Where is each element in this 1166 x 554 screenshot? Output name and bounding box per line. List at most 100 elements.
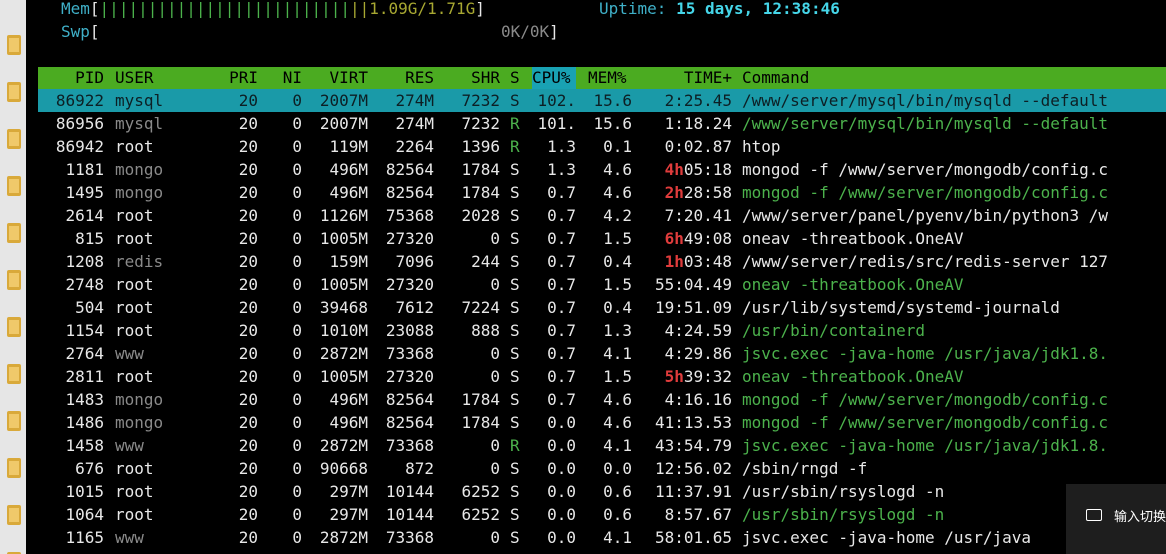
pri-cell: 20 bbox=[238, 459, 258, 478]
time-cell: 6h49:08 bbox=[664, 229, 732, 248]
ni-cell: 0 bbox=[292, 229, 302, 248]
pid-cell: 1486 bbox=[65, 413, 104, 432]
res-cell: 7612 bbox=[395, 298, 434, 317]
cpu-cell: 0.0 bbox=[547, 528, 576, 547]
command-cell: /usr/sbin/rsyslogd -n bbox=[742, 482, 945, 501]
process-row[interactable]: 1165 www 20 0 2872M 73368 0 S 0.0 4.1 58:01.65 jsvc… bbox=[38, 526, 1166, 549]
folder-icon[interactable] bbox=[7, 35, 21, 55]
col-state[interactable]: S bbox=[510, 67, 520, 89]
process-row[interactable]: 86956 mysql 20 0 2007M 274M 7232 R 101. 15.6 1:18.… bbox=[38, 112, 1166, 135]
folder-icon[interactable] bbox=[7, 129, 21, 149]
folder-icon[interactable] bbox=[7, 82, 21, 102]
ni-cell: 0 bbox=[292, 390, 302, 409]
cpu-cell: 0.7 bbox=[547, 183, 576, 202]
res-cell: 23088 bbox=[385, 321, 434, 340]
swp-meter: Swp[ bbox=[61, 22, 100, 41]
shr-cell: 0 bbox=[490, 344, 500, 363]
ni-cell: 0 bbox=[292, 298, 302, 317]
shr-cell: 1784 bbox=[461, 390, 500, 409]
col-time[interactable]: TIME+ bbox=[648, 67, 732, 89]
process-row[interactable]: 1208 redis 20 0 159M 7096 244 S 0.7 0.4 1h03:48/ww… bbox=[38, 250, 1166, 273]
process-row[interactable]: 1064 root 20 0 297M 10144 6252 S 0.0 0.6 8:57.67/u… bbox=[38, 503, 1166, 526]
col-virt[interactable]: VIRT bbox=[308, 67, 368, 89]
col-shr[interactable]: SHR bbox=[442, 67, 500, 89]
process-row[interactable]: 2764 www 20 0 2872M 73368 0 S 0.7 4.1 4:29.86 jsvc.… bbox=[38, 342, 1166, 365]
process-row[interactable]: 1495 mongo 20 0 496M 82564 1784 S 0.7 4.6 2h28:58 m… bbox=[38, 181, 1166, 204]
cpu-cell: 0.7 bbox=[547, 390, 576, 409]
process-row[interactable]: 86922 mysql 20 0 2007M 274M 7232 S 102. 15.6 2:25.… bbox=[38, 89, 1166, 112]
process-row[interactable]: 815 root 20 0 1005M 27320 0 S 0.7 1.5 6h49:08 oneav… bbox=[38, 227, 1166, 250]
user-cell: mysql bbox=[115, 114, 164, 133]
shr-cell: 7232 bbox=[461, 114, 500, 133]
state-cell: S bbox=[510, 160, 520, 179]
process-row[interactable]: 2614 root 20 0 1126M 75368 2028 S 0.7 4.2 7:20.41 /… bbox=[38, 204, 1166, 227]
cpu-cell: 0.7 bbox=[547, 344, 576, 363]
col-command[interactable]: Command bbox=[742, 67, 809, 89]
command-cell: /usr/sbin/rsyslogd -n bbox=[742, 505, 945, 524]
folder-icon[interactable] bbox=[7, 176, 21, 196]
col-mem[interactable]: MEM% bbox=[588, 67, 627, 89]
pid-cell: 1483 bbox=[65, 390, 104, 409]
mem-cell: 0.4 bbox=[603, 298, 632, 317]
process-row[interactable]: 2811 root 20 0 1005M 27320 0 S 0.7 1.5 5h39:32 onea… bbox=[38, 365, 1166, 388]
cpu-cell: 0.0 bbox=[547, 459, 576, 478]
process-row[interactable]: 1154 root 20 0 1010M 23088 888 S 0.7 1.3 4:24.59/u… bbox=[38, 319, 1166, 342]
mem-cell: 0.4 bbox=[603, 252, 632, 271]
col-res[interactable]: RES bbox=[376, 67, 434, 89]
folder-icon[interactable] bbox=[7, 411, 21, 431]
command-cell: oneav -threatbook.OneAV bbox=[742, 229, 964, 248]
mem-cell: 1.3 bbox=[603, 321, 632, 340]
time-cell: 1:18.24 bbox=[664, 114, 732, 133]
folder-icon[interactable] bbox=[7, 223, 21, 243]
user-cell: root bbox=[115, 321, 154, 340]
process-row[interactable]: 2748 root 20 0 1005M 27320 0 S 0.7 1.5 55:04.49 one… bbox=[38, 273, 1166, 296]
command-cell: htop bbox=[742, 137, 781, 156]
col-pri[interactable]: PRI bbox=[218, 67, 258, 89]
cpu-cell: 0.0 bbox=[547, 505, 576, 524]
folder-icon[interactable] bbox=[7, 270, 21, 290]
process-row[interactable]: 1458 www 20 0 2872M 73368 0 R 0.0 4.1 43:54.79 jsvc… bbox=[38, 434, 1166, 457]
folder-icon[interactable] bbox=[7, 317, 21, 337]
state-cell: S bbox=[510, 183, 520, 202]
time-cell: 0:02.87 bbox=[664, 137, 732, 156]
process-row[interactable]: 1486 mongo 20 0 496M 82564 1784 S 0.0 4.6 41:13.53… bbox=[38, 411, 1166, 434]
folder-icon[interactable] bbox=[7, 505, 21, 525]
mem-cell: 1.5 bbox=[603, 229, 632, 248]
shr-cell: 0 bbox=[490, 436, 500, 455]
process-row[interactable]: 676 root 20 0 90668 872 0 S 0.0 0.0 12:56.02/sbin/… bbox=[38, 457, 1166, 480]
pid-cell: 676 bbox=[75, 459, 104, 478]
time-cell: 4:16.16 bbox=[664, 390, 732, 409]
folder-icon[interactable] bbox=[7, 458, 21, 478]
res-cell: 82564 bbox=[385, 390, 434, 409]
ni-cell: 0 bbox=[292, 459, 302, 478]
col-cpu[interactable]: CPU% bbox=[532, 67, 576, 89]
res-cell: 82564 bbox=[385, 160, 434, 179]
col-user[interactable]: USER bbox=[115, 67, 154, 89]
res-cell: 82564 bbox=[385, 183, 434, 202]
ime-popup[interactable]: 输入切换 bbox=[1066, 484, 1166, 554]
col-pid[interactable]: PID bbox=[38, 67, 104, 89]
state-cell: S bbox=[510, 528, 520, 547]
col-ni[interactable]: NI bbox=[270, 67, 302, 89]
pri-cell: 20 bbox=[238, 298, 258, 317]
process-row[interactable]: 86942 root 20 0 119M 2264 1396 R 1.3 0.1 0:02.87 ht… bbox=[38, 135, 1166, 158]
process-row[interactable]: 1483 mongo 20 0 496M 82564 1784 S 0.7 4.6 4:16.16 m… bbox=[38, 388, 1166, 411]
ni-cell: 0 bbox=[292, 114, 302, 133]
pid-cell: 504 bbox=[75, 298, 104, 317]
uptime-value: 15 days, 12:38:46 bbox=[676, 0, 840, 18]
virt-cell: 1005M bbox=[319, 275, 368, 294]
pri-cell: 20 bbox=[238, 275, 258, 294]
command-cell: jsvc.exec -java-home /usr/java bbox=[742, 528, 1031, 547]
time-cell: 2:25.45 bbox=[664, 91, 732, 110]
ni-cell: 0 bbox=[292, 137, 302, 156]
command-cell: jsvc.exec -java-home /usr/java/jdk1.8. bbox=[742, 344, 1109, 363]
pri-cell: 20 bbox=[238, 505, 258, 524]
virt-cell: 297M bbox=[329, 505, 368, 524]
process-row[interactable]: 1015 root 20 0 297M 10144 6252 S 0.0 0.6 11:37.91 /… bbox=[38, 480, 1166, 503]
folder-icon[interactable] bbox=[7, 364, 21, 384]
res-cell: 7096 bbox=[395, 252, 434, 271]
process-row[interactable]: 504 root 20 0 39468 7612 7224 S 0.7 0.4 19:51.09/u… bbox=[38, 296, 1166, 319]
process-row[interactable]: 1181 mongo 20 0 496M 82564 1784 S 1.3 4.6 4h05:18 m… bbox=[38, 158, 1166, 181]
mem-value: 1.09G/1.71G bbox=[369, 0, 476, 18]
virt-cell: 2872M bbox=[319, 344, 368, 363]
